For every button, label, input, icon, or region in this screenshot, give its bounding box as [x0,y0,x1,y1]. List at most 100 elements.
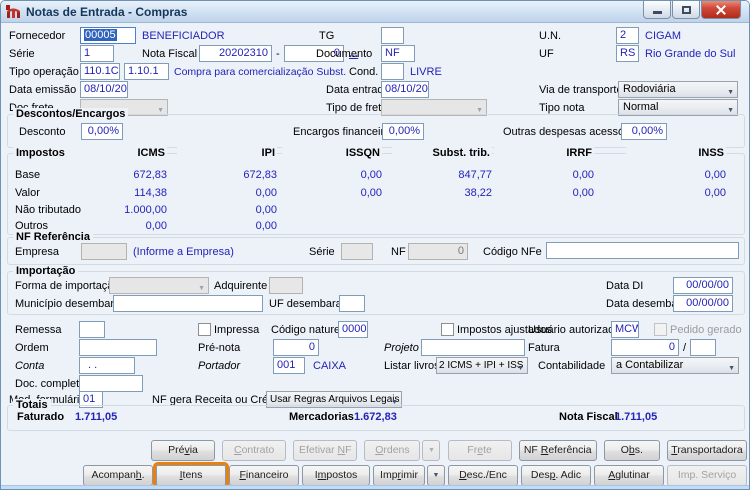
fatura-field2[interactable] [690,339,716,356]
data-desembaraco-field[interactable]: 00/00/00 [673,295,733,312]
impostos-cell: 0,00 [704,187,726,199]
cond-pag-field[interactable] [381,63,404,80]
data-emissao-field[interactable]: 08/10/20 [80,81,128,98]
listar-livros-select[interactable]: 2 ICMS + IPI + ISS ▼ [436,357,528,374]
pedido-gerado-label: Pedido gerado [670,324,742,336]
imprimir-dropdown-arrow[interactable]: ▼ [427,464,445,486]
tipo-operacao-field2[interactable]: 1.10.1 [124,63,169,80]
codigo-nfe-field[interactable] [546,242,739,259]
button-row-1: Prévia Contrato Efetivar NF Ordens ▼ Fre… [151,440,747,461]
tipo-operacao-field[interactable]: 110.1C [80,63,120,80]
notas-entrada-window: Notas de Entrada - Compras Fornecedor 00… [0,0,750,490]
via-transporte-select[interactable]: Rodoviária ▼ [618,81,738,98]
empresa-hint: (Informe a Empresa) [133,246,234,258]
close-button[interactable] [701,1,741,19]
minimize-icon [652,11,662,14]
doc-completo-label: Doc. completo [15,378,86,390]
app-icon [6,4,21,19]
usuario-autorizado-field[interactable]: MCW [611,321,639,338]
data-entrada-field[interactable]: 08/10/20 [381,81,429,98]
nf-ref-nf-field: 0 [408,243,468,260]
impostos-col-icms: ICMS [67,147,167,159]
fornecedor-field[interactable]: 00005 [80,27,136,44]
fatura-field[interactable]: 0 [611,339,679,356]
tg-field[interactable] [381,27,404,44]
maximize-icon [681,5,691,14]
un-name: CIGAM [645,30,682,42]
impostos-col-subst: Subst. trib. [392,147,492,159]
impostos-col-issqn: ISSQN [282,147,382,159]
impostos-cell: 0,00 [255,204,277,216]
impostos-cell: 672,83 [133,169,167,181]
uf-field[interactable]: RS [616,45,639,62]
projeto-field[interactable] [421,339,525,356]
button-row-2: Acompanh. Itens Financeiro Impostos Impr… [83,464,747,486]
faturado-label: Faturado [17,411,65,423]
remessa-field[interactable] [79,321,105,338]
data-emissao-label: Data emissão [9,84,77,96]
desp-adic-button[interactable]: Desp. Adic [521,464,591,486]
obs-button[interactable]: Obs. [603,440,660,461]
tipo-nota-label: Tipo nota [539,102,585,114]
nota-fiscal-total-label: Nota Fiscal [559,411,618,423]
contabilidade-select[interactable]: a Contabilizar ▼ [611,357,739,374]
impostos-col-inss: INSS [626,147,726,159]
nota-fiscal-label: Nota Fiscal [142,48,198,60]
adquirente-label: Adquirente [214,280,268,292]
ordem-field[interactable] [79,339,157,356]
title-bar: Notas de Entrada - Compras [1,1,749,23]
impostos-ajustados-checkbox[interactable] [441,323,454,336]
previa-button[interactable]: Prévia [151,440,215,461]
itens-button[interactable]: Itens [156,464,226,486]
maximize-button[interactable] [672,1,700,19]
un-label: U.N. [539,30,561,42]
codigo-natureza-field[interactable]: 0000 [338,321,368,338]
impostos-button[interactable]: Impostos [302,464,370,486]
doc-completo-field[interactable] [79,375,143,392]
nf-referencia-button[interactable]: NF Referência [518,440,597,461]
minimize-button[interactable] [643,1,671,19]
impostos-cell: 1.000,00 [124,204,167,216]
empresa-label: Empresa [15,246,60,258]
portador-field[interactable]: 001 [273,357,305,374]
data-di-field[interactable]: 00/00/00 [673,277,733,294]
impostos-cell: 38,22 [464,187,492,199]
aglutinar-button[interactable]: Aglutinar [594,464,664,486]
un-field[interactable]: 2 [616,27,639,44]
adquirente-field [269,277,303,294]
conta-label: Conta [15,360,45,372]
outras-despesas-field[interactable]: 0,00% [621,123,667,140]
uf-name: Rio Grande do Sul [645,48,736,60]
documento-field[interactable]: NF [381,45,415,62]
data-di-label: Data DI [606,280,644,292]
tg-label: TG [319,30,335,42]
impressa-checkbox[interactable] [198,323,211,336]
nota-fiscal-total-value: 1.711,05 [615,411,658,423]
acompanh-button[interactable]: Acompanh. [83,464,153,486]
desconto-field[interactable]: 0,00% [81,123,123,140]
serie-field[interactable]: 1 [80,45,114,62]
pre-nota-field[interactable]: 0 [273,339,319,356]
uf-desembaraco-field[interactable] [339,295,365,312]
impostos-cell: 0,00 [360,169,382,181]
transportadora-button[interactable]: Transportadora [666,440,747,461]
municipio-desembaraco-field[interactable] [113,295,263,312]
cond-pag-desc: LIVRE [410,66,442,78]
tipo-operacao-desc: Compra para comercialização Subst. [174,66,347,78]
fornecedor-name: BENEFICIADOR [142,30,225,42]
conta-field[interactable]: . . [79,357,135,374]
desc-enc-button[interactable]: Desc./Enc [448,464,518,486]
impostos-cell: 0,00 [572,169,594,181]
financeiro-button[interactable]: Financeiro [229,464,299,486]
nf-gera-value: Usar Regras Arquivos Legais [270,394,400,405]
imprimir-button[interactable]: Imprimir [373,464,425,486]
close-icon [716,5,726,15]
remessa-label: Remessa [15,324,62,336]
via-transporte-label: Via de transporte [539,84,623,96]
nota-fiscal-field[interactable]: 20202310 [199,45,272,62]
impostos-cell: 0,00 [255,187,277,199]
totais-title: Totais [13,399,51,411]
encargos-field[interactable]: 0,00% [382,123,424,140]
fatura-label: Fatura [528,342,560,354]
window-controls [642,1,741,19]
